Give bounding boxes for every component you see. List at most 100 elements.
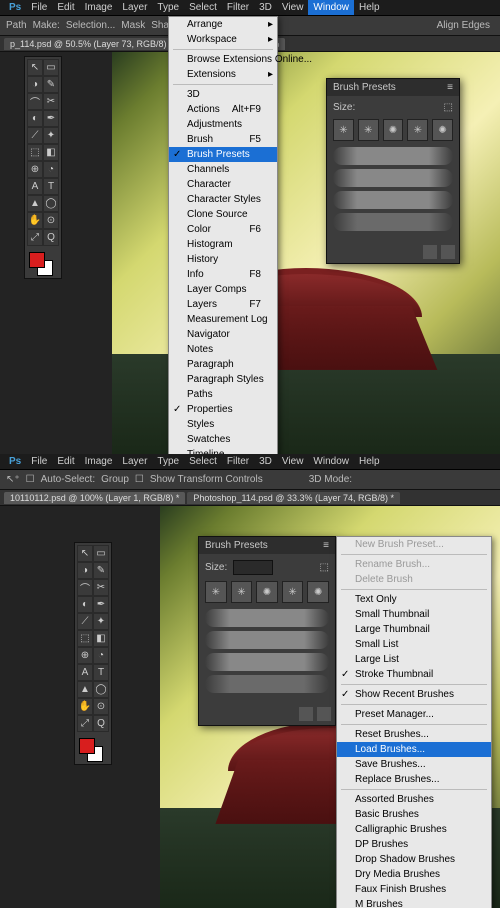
- opt-autoselect[interactable]: Auto-Select:: [41, 474, 95, 485]
- menu-item[interactable]: Replace Brushes...: [337, 772, 491, 787]
- tool[interactable]: ◧: [93, 630, 109, 647]
- menu-file[interactable]: File: [26, 0, 52, 15]
- tool[interactable]: ✎: [93, 562, 109, 579]
- brush-stroke-preview[interactable]: [205, 653, 329, 671]
- brush-presets-panel[interactable]: Brush Presets≡ Size:⬚ ✳✳✺✳✺: [198, 536, 336, 726]
- menu-item[interactable]: Reset Brushes...: [337, 727, 491, 742]
- menu-item[interactable]: Clone Source: [169, 207, 277, 222]
- brush-stroke-preview[interactable]: [205, 675, 329, 693]
- brush-stroke-preview[interactable]: [333, 191, 453, 209]
- menu-item[interactable]: Text Only: [337, 592, 491, 607]
- brush-stroke-preview[interactable]: [205, 609, 329, 627]
- document-tab[interactable]: 10110112.psd @ 100% (Layer 1, RGB/8) *: [4, 492, 185, 504]
- tool[interactable]: ⟋: [27, 127, 43, 144]
- menu-window[interactable]: Window: [308, 0, 354, 15]
- brush-stroke-preview[interactable]: [205, 631, 329, 649]
- menu-layer[interactable]: Layer: [117, 0, 152, 15]
- menu-item[interactable]: Navigator: [169, 327, 277, 342]
- brush-presets-panel[interactable]: Brush Presets≡ Size:⬚ ✳✳✺✳✺: [326, 78, 460, 264]
- menu-item[interactable]: Browse Extensions Online...: [169, 52, 277, 67]
- brush-toggle-icon[interactable]: ⬚: [320, 562, 329, 573]
- opt-tool[interactable]: Path: [6, 20, 27, 31]
- menu-item[interactable]: Measurement Log: [169, 312, 277, 327]
- document-tab[interactable]: Photoshop_114.psd @ 33.3% (Layer 74, RGB…: [187, 492, 400, 504]
- opt-align[interactable]: Align Edges: [437, 20, 490, 31]
- tool[interactable]: ⬚: [77, 630, 93, 647]
- tool[interactable]: A: [27, 178, 43, 195]
- menu-item[interactable]: Workspace: [169, 32, 277, 47]
- menu-image[interactable]: Image: [80, 454, 118, 469]
- menu-edit[interactable]: Edit: [52, 454, 79, 469]
- tool[interactable]: ◧: [43, 144, 59, 161]
- tool[interactable]: ✒: [93, 596, 109, 613]
- brush-preset[interactable]: ✺: [383, 119, 404, 141]
- new-brush-icon[interactable]: [423, 245, 437, 259]
- foreground-color[interactable]: [79, 738, 95, 754]
- tool[interactable]: ⬚: [27, 144, 43, 161]
- menu-item[interactable]: M Brushes: [337, 897, 491, 908]
- size-input[interactable]: [233, 560, 273, 575]
- menu-item[interactable]: Show Recent Brushes: [337, 687, 491, 702]
- menu-item[interactable]: Histogram: [169, 237, 277, 252]
- tool[interactable]: ✒: [43, 110, 59, 127]
- menu-item[interactable]: Layer Comps: [169, 282, 277, 297]
- brush-preset[interactable]: ✳: [205, 581, 227, 603]
- menu-item[interactable]: Styles: [169, 417, 277, 432]
- menu-file[interactable]: File: [26, 454, 52, 469]
- menu-item[interactable]: Extensions: [169, 67, 277, 82]
- tool[interactable]: ⟋: [77, 613, 93, 630]
- tool[interactable]: ✋: [77, 698, 93, 715]
- tool[interactable]: ⊕: [27, 161, 43, 178]
- tool[interactable]: ✂: [93, 579, 109, 596]
- brush-preset[interactable]: ✳: [407, 119, 428, 141]
- tool[interactable]: ▭: [43, 59, 59, 76]
- tool[interactable]: ◑: [27, 76, 43, 93]
- tool[interactable]: ↖: [77, 545, 93, 562]
- tool[interactable]: Q: [43, 229, 59, 246]
- brush-toggle-icon[interactable]: ⬚: [444, 102, 453, 113]
- menu-item[interactable]: Calligraphic Brushes: [337, 822, 491, 837]
- menu-image[interactable]: Image: [80, 0, 118, 15]
- menu-item[interactable]: Stroke Thumbnail: [337, 667, 491, 682]
- menu-select[interactable]: Select: [184, 454, 222, 469]
- menu-view[interactable]: View: [277, 454, 309, 469]
- menu-item[interactable]: Large List: [337, 652, 491, 667]
- menu-item[interactable]: Faux Finish Brushes: [337, 882, 491, 897]
- opt-selection[interactable]: Selection...: [66, 20, 115, 31]
- brush-preset[interactable]: ✳: [231, 581, 253, 603]
- tool[interactable]: Q: [93, 715, 109, 732]
- tool[interactable]: ✋: [27, 212, 43, 229]
- menu-item[interactable]: Small Thumbnail: [337, 607, 491, 622]
- menu-type[interactable]: Type: [152, 0, 184, 15]
- color-swatch[interactable]: [77, 736, 109, 762]
- brush-preset[interactable]: ✳: [282, 581, 304, 603]
- foreground-color[interactable]: [29, 252, 45, 268]
- color-swatch[interactable]: [27, 250, 59, 276]
- tool[interactable]: ⌒: [77, 579, 93, 596]
- tool[interactable]: ◔: [43, 161, 59, 178]
- brush-preset[interactable]: ✳: [333, 119, 354, 141]
- menu-edit[interactable]: Edit: [52, 0, 79, 15]
- menu-item[interactable]: BrushF5: [169, 132, 277, 147]
- menu-item[interactable]: InfoF8: [169, 267, 277, 282]
- menu-item[interactable]: Brush Presets: [169, 147, 277, 162]
- menu-item[interactable]: ActionsAlt+F9: [169, 102, 277, 117]
- document-tab[interactable]: p_114.psd @ 50.5% (Layer 73, RGB/8) *: [4, 38, 179, 50]
- menu-filter[interactable]: Filter: [222, 0, 254, 15]
- tool[interactable]: ↖: [27, 59, 43, 76]
- brush-stroke-preview[interactable]: [333, 147, 453, 165]
- menu-item[interactable]: DP Brushes: [337, 837, 491, 852]
- menu-item[interactable]: Dry Media Brushes: [337, 867, 491, 882]
- menu-item[interactable]: Preset Manager...: [337, 707, 491, 722]
- tool[interactable]: ◐: [77, 596, 93, 613]
- menu-layer[interactable]: Layer: [117, 454, 152, 469]
- panel-menu-icon[interactable]: ≡: [323, 540, 329, 551]
- opt-group[interactable]: Group: [101, 474, 129, 485]
- menu-item[interactable]: Save Brushes...: [337, 757, 491, 772]
- menu-filter[interactable]: Filter: [222, 454, 254, 469]
- menu-item[interactable]: Assorted Brushes: [337, 792, 491, 807]
- opt-transform[interactable]: Show Transform Controls: [150, 474, 263, 485]
- tool[interactable]: ◯: [93, 681, 109, 698]
- tool[interactable]: ⊙: [93, 698, 109, 715]
- menu-item[interactable]: Notes: [169, 342, 277, 357]
